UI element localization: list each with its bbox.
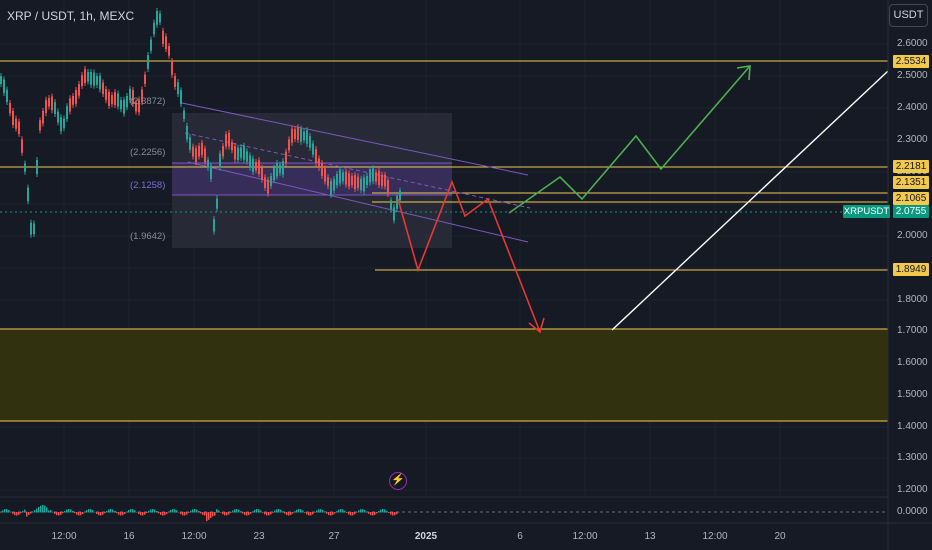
price-axis-label: 2.3000 (897, 134, 928, 145)
currency-button[interactable]: USDT (889, 4, 928, 27)
lightning-bolt-icon[interactable]: ⚡ (389, 472, 407, 490)
symbol-title[interactable]: XRP / USDT, 1h, MEXC (7, 9, 134, 23)
range-label-upper: (2.2256) (130, 147, 166, 158)
time-axis-label: 12:00 (702, 531, 728, 542)
price-axis-label: 1.5000 (897, 389, 928, 400)
range-label-low: (1.9642) (130, 231, 166, 242)
price-tag-current: 2.0755 (893, 205, 929, 218)
time-axis-label: 6 (517, 531, 523, 542)
price-tag-mid: 2.1351 (893, 176, 929, 189)
price-axis-label: 1.3000 (897, 452, 928, 463)
time-axis-label: 27 (328, 531, 340, 542)
time-axis-label: 13 (644, 531, 656, 542)
price-tag-support: 1.8949 (893, 263, 929, 276)
trend-line-white[interactable] (611, 70, 889, 331)
demand-zone (0, 329, 888, 421)
price-axis-label: 2.5000 (897, 70, 928, 81)
time-axis-label: 12:00 (572, 531, 598, 542)
price-axis-label: 2.4000 (897, 102, 928, 113)
symbol-tag: XRPUSDT (843, 205, 890, 218)
chart-canvas[interactable] (0, 0, 932, 550)
time-axis-label: 23 (253, 531, 265, 542)
price-tag-low: 2.1065 (893, 192, 929, 205)
price-axis-label: 2.6000 (897, 38, 928, 49)
indicator-zero-label: 0.0000 (897, 506, 928, 517)
indicator-histogram (0, 505, 400, 522)
price-tag-upper: 2.2181 (893, 160, 929, 173)
price-axis-label: 1.7000 (897, 325, 928, 336)
price-axis-label: 1.4000 (897, 421, 928, 432)
price-axis-label: 1.6000 (897, 357, 928, 368)
time-axis-label: 16 (123, 531, 135, 542)
time-axis-label: 12:00 (181, 531, 207, 542)
price-tag-top: 2.5534 (893, 55, 929, 68)
price-axis-label: 2.0000 (897, 230, 928, 241)
time-axis-label: 12:00 (51, 531, 77, 542)
price-axis-label: 1.8000 (897, 294, 928, 305)
range-label-high: (2.3872) (130, 96, 166, 107)
time-axis-label: 20 (774, 531, 786, 542)
time-axis-label: 2025 (414, 531, 438, 542)
price-axis-label: 1.2000 (897, 484, 928, 495)
range-label-mid: (2.1258) (130, 180, 166, 191)
